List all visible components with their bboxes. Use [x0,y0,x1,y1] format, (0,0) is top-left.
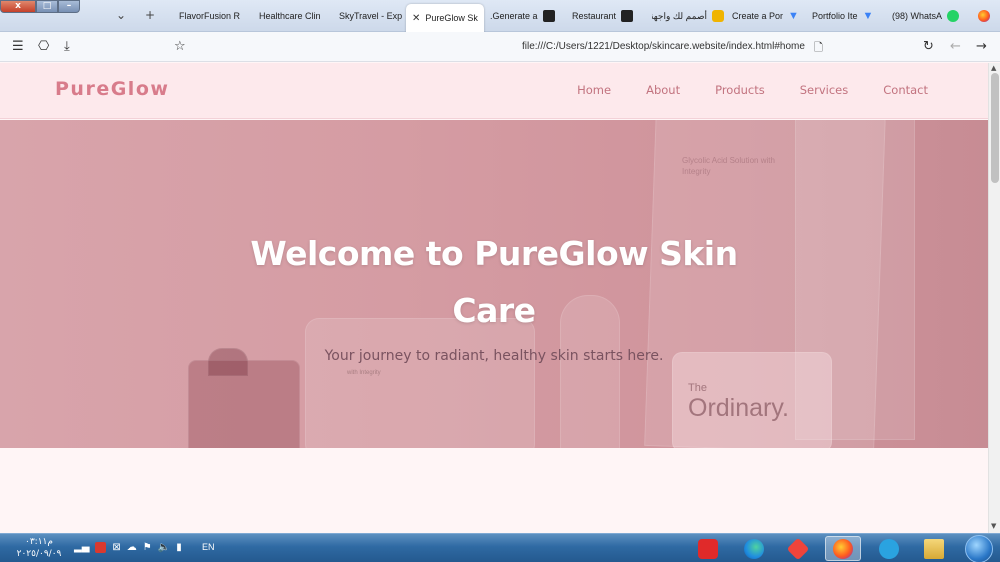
extensions-icon[interactable]: ⎔ [38,39,49,54]
power-icon[interactable]: ▮ [176,542,182,553]
firefox-view-icon[interactable] [978,10,990,22]
recorder-icon[interactable] [95,542,107,553]
chatgpt-icon [542,10,555,22]
windows-taskbar: م٠٣:١١ ٢٠٢٥/٠٩/٠٩ ▂▄ ⊠ ☁ ⚑ 🔈 ▮ EN [0,533,1000,562]
telegram-icon[interactable] [871,536,907,561]
forward-icon[interactable]: → [976,39,987,54]
system-tray: ▂▄ ⊠ ☁ ⚑ 🔈 ▮ [74,542,182,553]
start-button[interactable] [965,535,993,562]
product-brand-label: The Ordinary. [688,382,789,423]
tab-portfolio-item[interactable]: Portfolio Ite ▼ [812,4,884,28]
tab-label: Create a Por [732,11,784,21]
site-header: PureGlow Home About Products Services Co… [0,63,988,119]
tab-label: Portfolio Ite [812,11,858,21]
hero-section: Glycolic Acid Solution with Integrity wi… [0,120,988,448]
blank-favicon-icon [242,10,254,22]
scroll-down-icon[interactable]: ▼ [991,522,996,530]
cream-label: with Integrity [347,370,381,376]
tab-label: أصمم لك واجهة [652,10,707,21]
nav-contact[interactable]: Contact [883,83,928,97]
tab-label: Restaurant [572,11,617,21]
back-icon[interactable]: ← [950,39,961,54]
volume-icon[interactable]: 🔈 [158,542,170,553]
pump-bottle-image [188,360,300,448]
brand-the: The [688,382,707,394]
signal-icon[interactable]: ▂▄ [74,542,89,553]
explorer-icon[interactable] [916,536,952,561]
scroll-up-icon[interactable]: ▲ [991,64,996,72]
ai-icon [621,10,634,22]
window-maximize-button[interactable]: □ [36,0,58,13]
address-bar: ☰ ⎔ ⤓ ☆ file:///C:/Users/1221/Desktop/sk… [0,32,1000,62]
fiverr-icon [712,10,724,22]
tab-healthcare[interactable]: Healthcare Clini [242,4,320,28]
bookmark-star-icon[interactable]: ☆ [174,39,186,54]
tab-flavorfusion[interactable]: FlavorFusion Re [162,4,240,28]
anydesk-icon[interactable] [780,536,816,561]
hero-subtitle: Your journey to radiant, healthy skin st… [324,348,664,364]
firefox-icon[interactable] [825,536,861,561]
flag-icon[interactable]: ⚑ [143,542,152,553]
tab-label: SkyTravel - Explo [339,11,402,21]
tab-pureglow[interactable]: ✕ PureGlow Sk [406,4,484,32]
site-nav: Home About Products Services Contact [577,83,928,97]
window-close-button[interactable]: x [0,0,36,13]
page-scrollbar[interactable]: ▲ ▼ [988,63,1000,533]
page-viewport: PureGlow Home About Products Services Co… [0,63,988,533]
site-logo[interactable]: PureGlow [55,78,169,100]
onedrive-icon[interactable]: ☁ [127,542,137,553]
clock-date: ٢٠٢٥/٠٩/٠٩ [16,549,62,559]
tab-generate[interactable]: .Generate a [490,4,562,28]
browser-tab-strip: x □ – ⌄ + FlavorFusion Re Healthcare Cli… [0,0,1000,32]
edge-icon[interactable] [736,536,772,561]
url-field[interactable]: file:///C:/Users/1221/Desktop/skincare.w… [522,41,805,52]
reload-icon[interactable]: ↻ [923,39,934,54]
language-indicator[interactable]: EN [202,542,215,552]
taskbar-clock[interactable]: م٠٣:١١ ٢٠٢٥/٠٩/٠٩ [10,536,68,560]
tab-label: FlavorFusion Re [179,11,240,21]
hero-title-line2: Care [452,291,536,330]
nav-about[interactable]: About [646,83,680,97]
clock-time: م٠٣:١١ [25,537,53,547]
tab-arabic[interactable]: أصمم لك واجهة [652,4,724,28]
blank-favicon-icon [322,10,334,22]
wps-icon[interactable] [690,536,726,561]
menu-icon[interactable]: ☰ [12,39,24,54]
tab-skytravel[interactable]: SkyTravel - Explo [322,4,402,28]
tab-label: Healthcare Clini [259,11,320,21]
hero-title: Welcome to PureGlow Skin Care [200,225,788,339]
tab-restaurant[interactable]: Restaurant [572,4,644,28]
blank-favicon-icon [162,10,174,22]
tab-list-chevron-icon[interactable]: ⌄ [116,8,126,22]
tube-label: Glycolic Acid Solution with Integrity [682,156,775,176]
nav-services[interactable]: Services [800,83,849,97]
brand-name: Ordinary. [688,394,789,422]
page-info-icon[interactable]: 🗋 [814,39,823,58]
tab-label: PureGlow Sk [425,13,478,23]
download-icon[interactable]: ⤓ [64,39,70,54]
tab-create-portfolio[interactable]: Create a Por ▼ [732,4,804,28]
hero-title-line1: Welcome to PureGlow Skin [250,234,738,273]
tab-label: (98) WhatsA [892,11,943,21]
v-icon: ▼ [862,10,874,22]
network-icon[interactable]: ⊠ [112,542,120,553]
tab-whatsapp[interactable]: (98) WhatsA [892,4,964,28]
new-tab-button[interactable]: + [145,8,155,22]
whatsapp-icon [947,10,960,22]
nav-products[interactable]: Products [715,83,765,97]
window-minimize-button[interactable]: – [58,0,80,13]
nav-home[interactable]: Home [577,83,611,97]
scroll-thumb[interactable] [991,73,999,183]
window-controls: x □ – [0,0,80,14]
v-icon: ▼ [788,10,799,22]
close-icon[interactable]: ✕ [412,13,420,24]
tab-label: .Generate a [490,11,538,21]
